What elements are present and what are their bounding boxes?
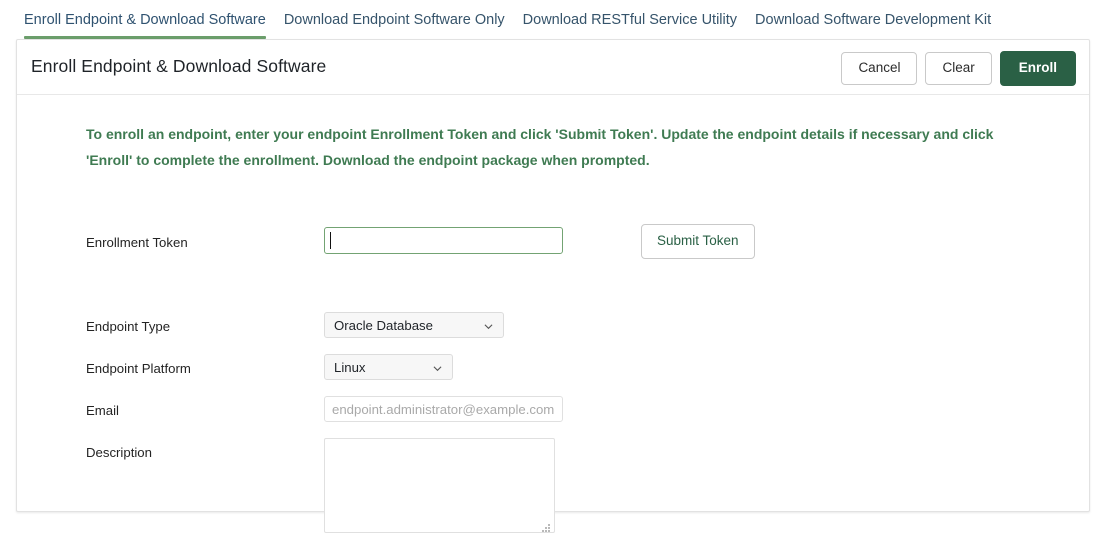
card-body: To enroll an endpoint, enter your endpoi…	[17, 95, 1089, 533]
tab-download-software-development-kit[interactable]: Download Software Development Kit	[746, 0, 1000, 39]
description-label: Description	[86, 445, 152, 460]
tab-label: Enroll Endpoint & Download Software	[24, 12, 266, 28]
header-action-buttons: Cancel Clear Enroll	[841, 51, 1076, 86]
page-title: Enroll Endpoint & Download Software	[31, 56, 327, 76]
tab-label: Download Endpoint Software Only	[283, 12, 505, 28]
instructions-text: To enroll an endpoint, enter your endpoi…	[86, 126, 994, 168]
tab-enroll-endpoint-download-software[interactable]: Enroll Endpoint & Download Software	[15, 0, 275, 39]
tab-download-restful-service-utility[interactable]: Download RESTful Service Utility	[514, 0, 746, 39]
chevron-down-icon	[433, 364, 442, 373]
endpoint-platform-value: Linux	[334, 360, 366, 375]
tab-bar: Enroll Endpoint & Download Software Down…	[0, 0, 1113, 39]
text-caret	[330, 232, 331, 249]
email-field[interactable]	[324, 396, 563, 422]
enrollment-token-label: Enrollment Token	[86, 235, 188, 250]
tab-download-endpoint-software-only[interactable]: Download Endpoint Software Only	[275, 0, 514, 39]
description-wrapper	[324, 438, 555, 533]
cancel-button[interactable]: Cancel	[841, 52, 918, 85]
tab-label: Download Software Development Kit	[755, 12, 992, 28]
card-header: Enroll Endpoint & Download Software Canc…	[17, 40, 1089, 95]
endpoint-type-label: Endpoint Type	[86, 319, 171, 334]
enrollment-token-input[interactable]	[324, 227, 563, 254]
description-textarea[interactable]	[324, 438, 555, 533]
endpoint-platform-select[interactable]: Linux	[324, 354, 453, 380]
enroll-endpoint-card: Enroll Endpoint & Download Software Canc…	[16, 39, 1090, 533]
endpoint-type-value: Oracle Database	[334, 318, 433, 333]
endpoint-type-select[interactable]: Oracle Database	[324, 312, 504, 338]
clear-button[interactable]: Clear	[925, 52, 992, 85]
endpoint-platform-label: Endpoint Platform	[86, 361, 191, 376]
submit-token-button[interactable]: Submit Token	[641, 224, 755, 259]
email-label: Email	[86, 403, 119, 418]
chevron-down-icon	[484, 322, 493, 331]
enroll-button[interactable]: Enroll	[999, 51, 1076, 86]
tab-label: Download RESTful Service Utility	[522, 12, 738, 28]
